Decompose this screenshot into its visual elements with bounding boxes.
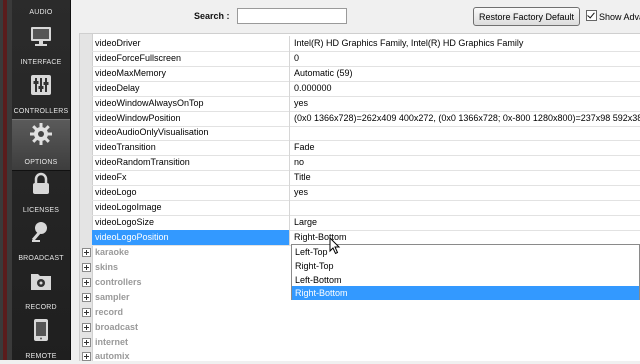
monitor-icon — [31, 27, 51, 46]
tree-group[interactable]: record — [80, 305, 640, 320]
sidebar-item-options[interactable]: OPTIONS — [12, 119, 70, 171]
property-value[interactable]: no — [291, 155, 640, 170]
expand-icon[interactable] — [82, 338, 91, 347]
property-value-combobox[interactable]: Right-Bottom — [291, 230, 640, 245]
sliders-icon — [31, 75, 51, 95]
property-row[interactable]: videoLogoImage — [92, 200, 640, 216]
property-row[interactable]: videoDriver Intel(R) HD Graphics Family,… — [92, 36, 640, 52]
sidebar-item-label: OPTIONS — [24, 159, 58, 166]
show-advanced-checkbox[interactable] — [586, 10, 597, 21]
group-label: karaoke — [95, 247, 130, 257]
options-tree: videoDriver Intel(R) HD Graphics Family,… — [79, 33, 640, 361]
sidebar-item-remote[interactable]: REMOTE — [12, 316, 70, 364]
sidebar-item-record[interactable]: RECORD — [12, 267, 70, 315]
sidebar-item-label: AUDIO — [29, 9, 53, 16]
property-value[interactable] — [291, 200, 640, 215]
expand-icon[interactable] — [82, 293, 91, 302]
property-row[interactable]: videoAudioOnlyVisualisation — [92, 125, 640, 141]
property-key: videoLogoImage — [92, 200, 290, 215]
property-value[interactable]: 0 — [291, 51, 640, 66]
property-value[interactable]: Fade — [291, 140, 640, 155]
tree-group[interactable]: internet — [80, 335, 640, 350]
lock-icon — [33, 172, 49, 194]
property-key: videoLogoSize — [92, 215, 290, 230]
property-value[interactable]: (0x0 1366x728)=262x409 400x272, (0x0 136… — [291, 111, 640, 126]
expand-icon[interactable] — [82, 323, 91, 332]
gear-icon — [30, 123, 52, 145]
sidebar-item-audio[interactable]: AUDIO — [12, 0, 70, 20]
window-edge — [0, 0, 12, 360]
toolbar: Search : Restore Factory Default Show Ad… — [71, 0, 640, 32]
dropdown-option[interactable]: Left-Bottom — [292, 273, 639, 287]
sidebar-item-broadcast[interactable]: BROADCAST — [12, 218, 70, 266]
mouse-cursor-icon — [329, 237, 341, 255]
property-row[interactable]: videoWindowAlwaysOnTop yes — [92, 96, 640, 112]
property-key: videoRandomTransition — [92, 155, 290, 170]
phone-icon — [34, 319, 48, 341]
sidebar-item-label: INTERFACE — [20, 59, 62, 66]
show-advanced-toggle[interactable]: Show Adva — [586, 10, 640, 22]
group-label: record — [95, 307, 124, 317]
property-key: videoAudioOnlyVisualisation — [92, 125, 290, 140]
property-key: videoDriver — [92, 36, 290, 51]
sidebar: AUDIO INTERFACE CONTROLLERS OPTIONS LICE… — [12, 0, 71, 360]
property-row[interactable]: videoLogo yes — [92, 185, 640, 201]
expand-icon[interactable] — [82, 278, 91, 287]
property-value[interactable]: Intel(R) HD Graphics Family, Intel(R) HD… — [291, 36, 640, 51]
microphone-icon — [31, 222, 47, 242]
group-label: controllers — [95, 277, 142, 287]
property-row[interactable]: videoFx Title — [92, 170, 640, 186]
dropdown-option[interactable]: Left-Top — [292, 245, 639, 259]
sidebar-item-label: RECORD — [25, 304, 57, 311]
property-value[interactable]: Large — [291, 215, 640, 230]
restore-factory-default-button[interactable]: Restore Factory Default — [473, 7, 580, 26]
group-label: internet — [95, 337, 129, 347]
folder-record-icon — [31, 274, 51, 290]
tree-group[interactable]: broadcast — [80, 320, 640, 335]
sidebar-item-label: CONTROLLERS — [13, 108, 69, 115]
search-label: Search : — [194, 11, 230, 21]
property-key: videoTransition — [92, 140, 290, 155]
property-row[interactable]: videoDelay 0.000000 — [92, 81, 640, 97]
sidebar-item-label: LICENSES — [22, 207, 60, 214]
group-label: broadcast — [95, 322, 139, 332]
property-row[interactable]: videoTransition Fade — [92, 140, 640, 156]
property-key: videoWindowPosition — [92, 111, 290, 126]
property-value[interactable] — [291, 125, 640, 140]
property-key: videoForceFullscreen — [92, 51, 290, 66]
dropdown-option[interactable]: Right-Top — [292, 259, 639, 273]
expand-icon[interactable] — [82, 308, 91, 317]
property-key: videoWindowAlwaysOnTop — [92, 96, 290, 111]
property-row[interactable]: videoMaxMemory Automatic (59) — [92, 66, 640, 82]
property-row[interactable]: videoRandomTransition no — [92, 155, 640, 171]
group-label: sampler — [95, 292, 130, 302]
dropdown-option-selected[interactable]: Right-Bottom — [292, 286, 639, 300]
property-value[interactable]: yes — [291, 96, 640, 111]
expand-icon[interactable] — [82, 248, 91, 257]
sidebar-item-interface[interactable]: INTERFACE — [12, 22, 70, 70]
property-row[interactable]: videoForceFullscreen 0 — [92, 51, 640, 67]
property-value[interactable]: Title — [291, 170, 640, 185]
sidebar-item-label: REMOTE — [25, 353, 57, 360]
show-advanced-label: Show Adva — [599, 12, 640, 22]
sidebar-item-licenses[interactable]: LICENSES — [12, 170, 70, 218]
property-row[interactable]: videoLogoSize Large — [92, 215, 640, 231]
sidebar-item-label: BROADCAST — [18, 255, 64, 262]
group-label: automix — [95, 351, 130, 361]
property-key: videoDelay — [92, 81, 290, 96]
group-label: skins — [95, 262, 119, 272]
search-input[interactable] — [237, 8, 347, 24]
property-key: videoMaxMemory — [92, 66, 290, 81]
property-key: videoLogoPosition — [92, 230, 290, 245]
tree-group[interactable]: automix — [80, 349, 640, 361]
property-key: videoFx — [92, 170, 290, 185]
property-value[interactable]: Automatic (59) — [291, 66, 640, 81]
edge-accent — [3, 0, 7, 360]
sidebar-item-controllers[interactable]: CONTROLLERS — [12, 71, 70, 119]
property-value[interactable]: yes — [291, 185, 640, 200]
property-value[interactable]: 0.000000 — [291, 81, 640, 96]
position-dropdown-list: Left-Top Right-Top Left-Bottom Right-Bot… — [291, 244, 640, 300]
property-key: videoLogo — [92, 185, 290, 200]
expand-icon[interactable] — [82, 263, 91, 272]
